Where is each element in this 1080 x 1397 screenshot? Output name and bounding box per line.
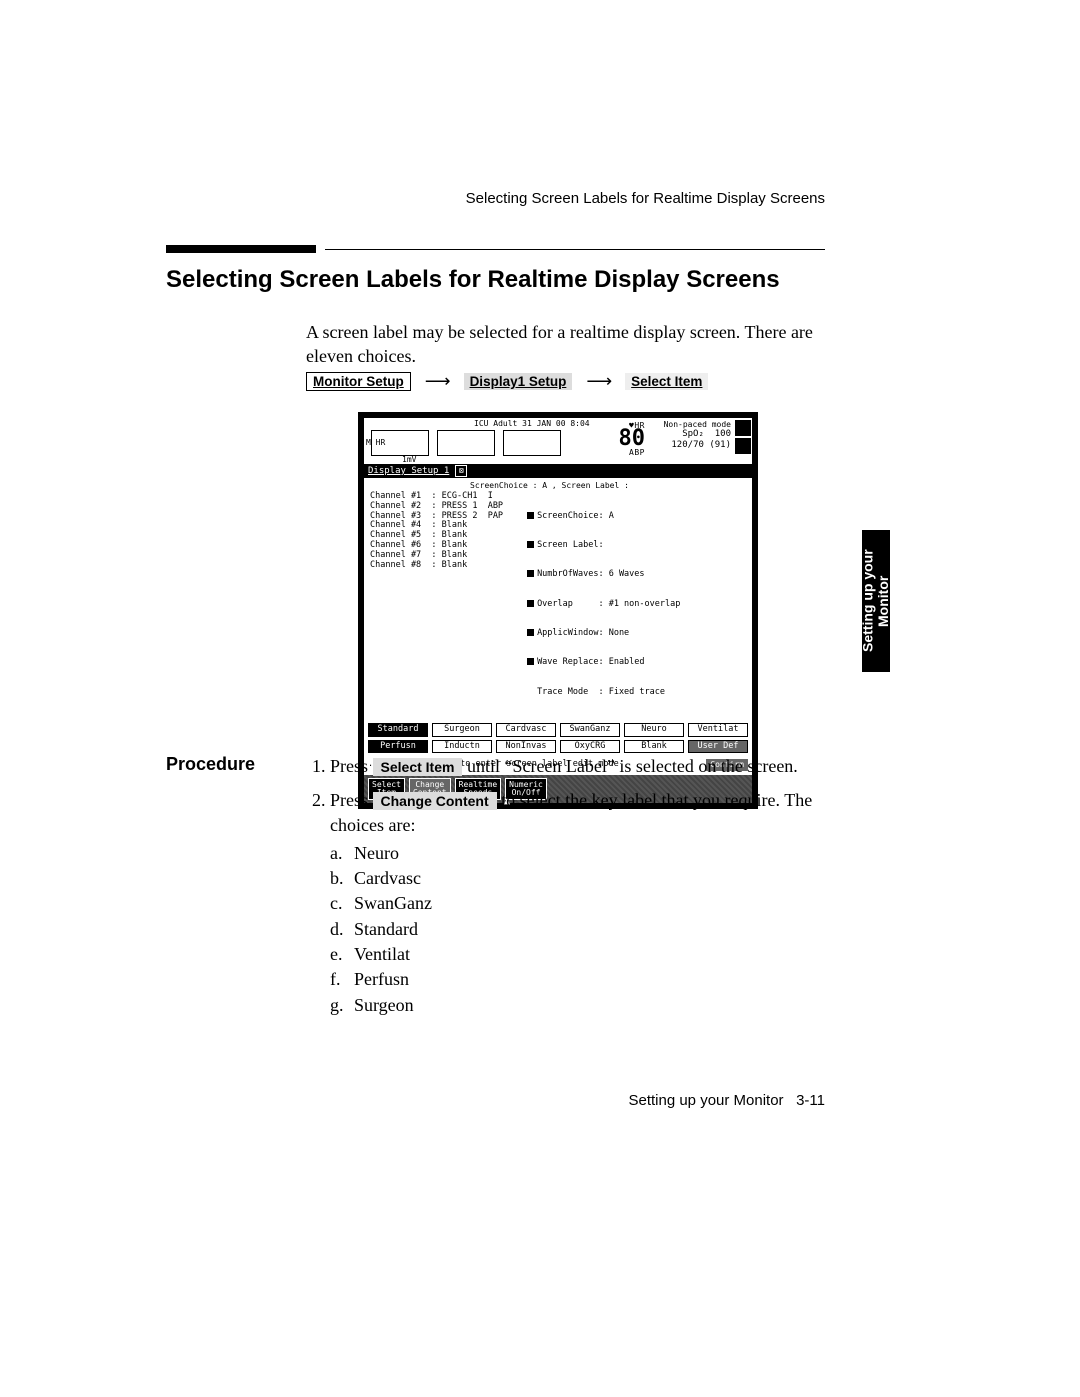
footer-text: Setting up your Monitor: [628, 1092, 783, 1109]
preset-noninvas[interactable]: NonInvas: [496, 740, 556, 754]
abp-value: 120/70 (91): [671, 440, 731, 450]
running-header: Selecting Screen Labels for Realtime Dis…: [466, 190, 825, 207]
setting-applicwindow: ApplicWindow: None: [537, 628, 629, 638]
preset-cardvasc[interactable]: Cardvasc: [496, 723, 556, 737]
patient-meta: ICU Adult 31 JAN 00 8:04: [474, 419, 590, 428]
choice-surgeon: Surgeon: [354, 993, 826, 1017]
choice-swanganz: SwanGanz: [354, 891, 826, 915]
spo2-label: SpO₂: [682, 429, 704, 439]
procedure-step-2: Press Change Content to select the key l…: [330, 788, 826, 1017]
intro-paragraph: A screen label may be selected for a rea…: [306, 320, 826, 369]
choice-perfusn: Perfusn: [354, 967, 826, 991]
preset-ventilat[interactable]: Ventilat: [688, 723, 748, 737]
mv-label: 1mV: [402, 455, 416, 464]
keycap-change-content: Change Content: [373, 792, 497, 810]
procedure-body: Press Select Item until “Screen Label” i…: [306, 754, 826, 1027]
setup-title-bar: Display Setup 1 ⊠: [364, 464, 752, 478]
choice-cardvasc: Cardvasc: [354, 866, 826, 890]
setup-title-text: Display Setup 1: [368, 466, 449, 476]
monitor-topbar: M HR 1mV ICU Adult 31 JAN 00 8:04 ♥HR 80…: [364, 418, 752, 464]
preset-swanganz[interactable]: SwanGanz: [560, 723, 620, 737]
monitor-screenshot: M HR 1mV ICU Adult 31 JAN 00 8:04 ♥HR 80…: [358, 412, 758, 809]
arrow-icon: ⟶: [586, 371, 611, 392]
preset-blank[interactable]: Blank: [624, 740, 684, 754]
heading-rule-thick: [166, 245, 316, 253]
choice-neuro: Neuro: [354, 841, 826, 865]
setting-overlap: Overlap : #1 non-overlap: [537, 599, 680, 609]
page-title: Selecting Screen Labels for Realtime Dis…: [166, 266, 780, 294]
preset-standard[interactable]: Standard: [368, 723, 428, 737]
footer-page: 3-11: [796, 1092, 825, 1109]
close-icon: ⊠: [455, 465, 467, 477]
abp-label: ABP: [629, 449, 645, 456]
procedure-heading: Procedure: [166, 754, 255, 775]
choice-ventilat: Ventilat: [354, 942, 826, 966]
navigation-path: Monitor Setup ⟶ Display1 Setup ⟶ Select …: [306, 371, 708, 392]
preset-surgeon[interactable]: Surgeon: [432, 723, 492, 737]
waveform-slot: [503, 430, 561, 456]
setting-numwaves: NumbrOfWaves: 6 Waves: [537, 569, 644, 579]
step1-post: until “Screen Label” is selected on the …: [467, 756, 798, 776]
waveform-slot: [437, 430, 495, 456]
alarm-icon: [735, 438, 751, 454]
hr-value: 80: [619, 429, 646, 449]
arrow-icon: ⟶: [425, 371, 450, 392]
keycap-select-item: Select Item: [373, 758, 463, 776]
procedure-step-1: Press Select Item until “Screen Label” i…: [330, 754, 826, 778]
preset-userdef[interactable]: User Def: [688, 740, 748, 754]
channel-list: Channel #1 : ECG-CH1 I Channel #2 : PRES…: [370, 492, 503, 717]
setup-panel: ScreenChoice : A , Screen Label : Channe…: [364, 478, 752, 721]
alarm-icon: [735, 420, 751, 436]
paced-mode: Non-paced mode: [664, 420, 731, 429]
preset-perfusn[interactable]: Perfusn: [368, 740, 428, 754]
nav-monitor-setup: Monitor Setup: [306, 372, 411, 391]
preset-neuro[interactable]: Neuro: [624, 723, 684, 737]
spo2-value: 100: [715, 429, 731, 439]
step1-pre: Press: [330, 756, 373, 776]
setting-screenlabel: Screen Label:: [537, 540, 604, 550]
page-footer: Setting up your Monitor 3-11: [628, 1092, 825, 1109]
setting-tracemode: Trace Mode : Fixed trace: [537, 687, 665, 697]
setting-screenchoice: ScreenChoice: A: [537, 511, 614, 521]
preset-oxycrg[interactable]: OxyCRG: [560, 740, 620, 754]
nav-select-item: Select Item: [625, 373, 708, 390]
nav-display1-setup: Display1 Setup: [464, 373, 573, 390]
choices-list: Neuro Cardvasc SwanGanz Standard Ventila…: [330, 841, 826, 1017]
heading-rule-thin: [325, 249, 825, 250]
mhr-label: M HR: [366, 438, 385, 447]
step2-pre: Press: [330, 790, 373, 810]
section-tab: Setting up your Monitor: [862, 530, 890, 672]
preset-inductn[interactable]: Inductn: [432, 740, 492, 754]
choice-standard: Standard: [354, 917, 826, 941]
panel-crumb: ScreenChoice : A , Screen Label :: [470, 481, 680, 490]
setting-wavereplace: Wave Replace: Enabled: [537, 657, 644, 667]
settings-list: ScreenChoice: A Screen Label: NumbrOfWav…: [527, 492, 680, 717]
